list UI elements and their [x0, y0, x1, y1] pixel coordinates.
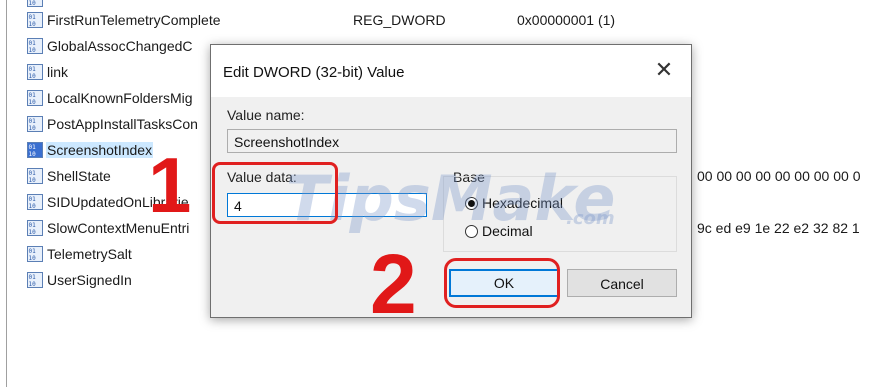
- svg-text:10: 10: [29, 203, 37, 210]
- binary-value-icon: 0110: [27, 90, 43, 106]
- svg-text:01: 01: [29, 144, 37, 151]
- svg-text:01: 01: [29, 118, 37, 125]
- svg-text:10: 10: [29, 73, 37, 80]
- svg-text:10: 10: [29, 281, 37, 288]
- dialog-title-bar[interactable]: Edit DWORD (32-bit) Value ✕: [211, 45, 691, 97]
- list-item[interactable]: 01 10 LocalKnownFoldersMig: [27, 87, 194, 109]
- list-item[interactable]: 01 10 UserSignedIn: [27, 269, 133, 291]
- value-data: 00 00 00 00 00 00 00 00 0: [697, 168, 861, 184]
- list-item[interactable]: 01 10 PostAppInstallTasksCon: [27, 113, 199, 135]
- svg-text:10: 10: [29, 255, 37, 262]
- list-item[interactable]: 01 10 ScreenshotIndex: [27, 139, 154, 161]
- svg-text:10: 10: [29, 229, 37, 236]
- binary-value-icon: 0110: [27, 38, 43, 54]
- binary-value-icon: 0110: [27, 220, 43, 236]
- list-item[interactable]: 01 10 link: [27, 61, 69, 83]
- svg-text:10: 10: [29, 177, 37, 184]
- list-item[interactable]: 01 10 GlobalAssocChangedC: [27, 35, 194, 57]
- value-name: UserSignedIn: [47, 272, 132, 288]
- value-name: GlobalAssocChangedC: [47, 38, 193, 54]
- binary-value-icon: 0110: [27, 0, 43, 7]
- binary-value-icon: 0110: [27, 168, 43, 184]
- binary-value-icon: 0110: [27, 272, 43, 288]
- value-name: FirstRunTelemetryComplete: [47, 12, 221, 28]
- svg-text:01: 01: [29, 196, 37, 203]
- value-data: 9c ed e9 1e 22 e2 32 82 1: [697, 220, 860, 236]
- value-name: PostAppInstallTasksCon: [47, 116, 198, 132]
- value-name: link: [47, 64, 69, 80]
- binary-value-icon: 0110: [27, 64, 43, 80]
- svg-text:01: 01: [29, 274, 37, 281]
- value-data: 0x00000001 (1): [517, 12, 616, 28]
- value-name: LocalKnownFoldersMig: [47, 90, 193, 106]
- svg-text:10: 10: [29, 151, 37, 158]
- value-name-label: Value name:: [227, 107, 305, 123]
- value-name-field: ScreenshotIndex: [227, 129, 677, 153]
- binary-value-icon: 0110: [27, 12, 43, 28]
- svg-text:01: 01: [29, 66, 37, 73]
- dialog-title: Edit DWORD (32-bit) Value: [223, 64, 405, 81]
- svg-text:10: 10: [29, 0, 37, 7]
- list-item[interactable]: 01 10 FirstRunTelemetryComplete: [27, 9, 222, 31]
- list-item[interactable]: 01 10 ShellState: [27, 165, 112, 187]
- selected-binary-value-icon: 01 10: [27, 142, 43, 158]
- binary-value-icon: 0110: [27, 246, 43, 262]
- cancel-button[interactable]: Cancel: [567, 269, 677, 297]
- svg-text:01: 01: [29, 170, 37, 177]
- list-item[interactable]: 01 10 TelemetrySalt: [27, 243, 133, 265]
- svg-text:10: 10: [29, 47, 37, 54]
- svg-text:01: 01: [29, 92, 37, 99]
- close-icon[interactable]: ✕: [653, 59, 675, 81]
- svg-text:10: 10: [29, 99, 37, 106]
- binary-value-icon: 0110: [27, 194, 43, 210]
- value-name: ShellState: [47, 168, 111, 184]
- value-name: ScreenshotIndex: [46, 142, 154, 158]
- highlight-value-data: [212, 162, 338, 224]
- watermark-suffix: .com: [566, 208, 615, 229]
- svg-text:01: 01: [29, 248, 37, 255]
- svg-text:01: 01: [29, 14, 37, 21]
- svg-text:10: 10: [29, 21, 37, 28]
- svg-text:01: 01: [29, 222, 37, 229]
- value-name: TelemetrySalt: [47, 246, 132, 262]
- svg-text:01: 01: [29, 40, 37, 47]
- svg-text:10: 10: [29, 125, 37, 132]
- value-type: REG_DWORD: [353, 12, 446, 28]
- step-number-2: 2: [370, 237, 417, 331]
- step-number-1: 1: [148, 141, 192, 229]
- highlight-ok-button: [444, 258, 560, 308]
- binary-value-icon: 0110: [27, 116, 43, 132]
